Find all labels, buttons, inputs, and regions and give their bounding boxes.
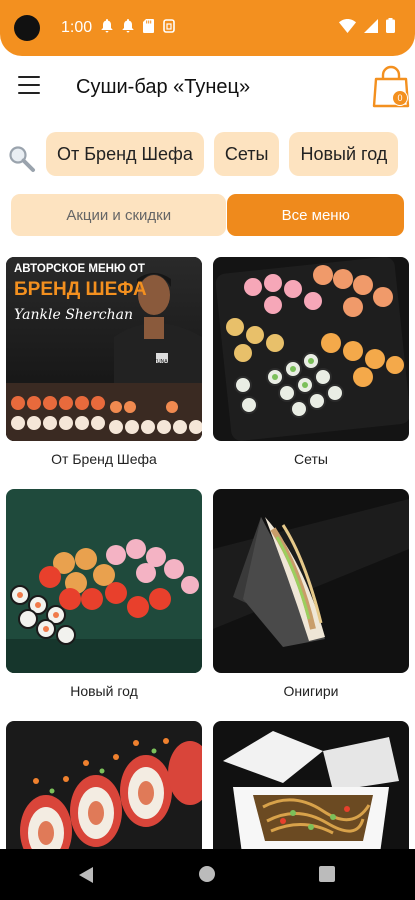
app-header: Суши-бар «Тунец» 0: [0, 56, 415, 120]
status-system-icons: [339, 18, 395, 33]
notification-bell-icon: [122, 19, 134, 33]
category-card[interactable]: АВТОРСКОЕ МЕНЮ ОТ БРЕНД ШЕФА Yankle Sher…: [6, 257, 202, 467]
category-card[interactable]: Сеты: [213, 257, 409, 467]
battery-icon: [386, 18, 395, 33]
status-time: 1:00: [61, 19, 93, 36]
promotions-tab[interactable]: Акции и скидки: [11, 194, 227, 236]
notification-bell-icon: [101, 19, 113, 33]
menu-mode-segment: Акции и скидки Все меню: [11, 194, 404, 236]
wifi-icon: [339, 18, 356, 33]
category-image: [213, 489, 409, 673]
category-card-label: Онигири: [283, 683, 339, 699]
sim-icon: [163, 19, 175, 33]
back-icon[interactable]: [78, 866, 94, 884]
camera-cutout: [14, 15, 40, 41]
home-icon[interactable]: [199, 866, 215, 882]
system-navigation-bar: [0, 849, 415, 900]
category-card-label: Новый год: [70, 683, 138, 699]
recent-apps-icon[interactable]: [319, 866, 335, 882]
sd-card-icon: [143, 19, 154, 33]
banner-chef-name: Yankle Sherchan: [14, 307, 134, 323]
status-notification-icons: [101, 19, 175, 33]
category-chip[interactable]: Сеты: [213, 132, 280, 176]
hamburger-menu-button[interactable]: [18, 76, 40, 94]
status-bar: 1:00: [0, 0, 415, 56]
banner-subtitle: АВТОРСКОЕ МЕНЮ ОТ: [14, 263, 145, 275]
category-card-label: От Бренд Шефа: [51, 451, 157, 467]
search-icon: [9, 146, 35, 172]
category-chip[interactable]: Новый год: [289, 132, 399, 176]
page-title: Суши-бар «Тунец»: [76, 76, 251, 98]
category-image: [213, 257, 409, 441]
apron-logo: TUNA: [154, 359, 168, 365]
cart-count-badge: 0: [392, 90, 408, 106]
category-chip[interactable]: От Бренд Шефа: [46, 132, 204, 176]
search-button[interactable]: [8, 145, 36, 173]
banner-title: БРЕНД ШЕФА: [14, 279, 147, 300]
cart-button[interactable]: 0: [372, 64, 412, 110]
category-chips: От Бренд Шефа Сеты Новый год: [46, 132, 399, 176]
category-card[interactable]: Онигири: [213, 489, 409, 699]
all-menu-tab[interactable]: Все меню: [227, 194, 404, 236]
category-card-label: Сеты: [294, 451, 328, 467]
category-image: АВТОРСКОЕ МЕНЮ ОТ БРЕНД ШЕФА Yankle Sher…: [6, 257, 202, 441]
category-image: [6, 489, 202, 673]
signal-icon: [364, 18, 378, 33]
category-card[interactable]: Новый год: [6, 489, 202, 699]
